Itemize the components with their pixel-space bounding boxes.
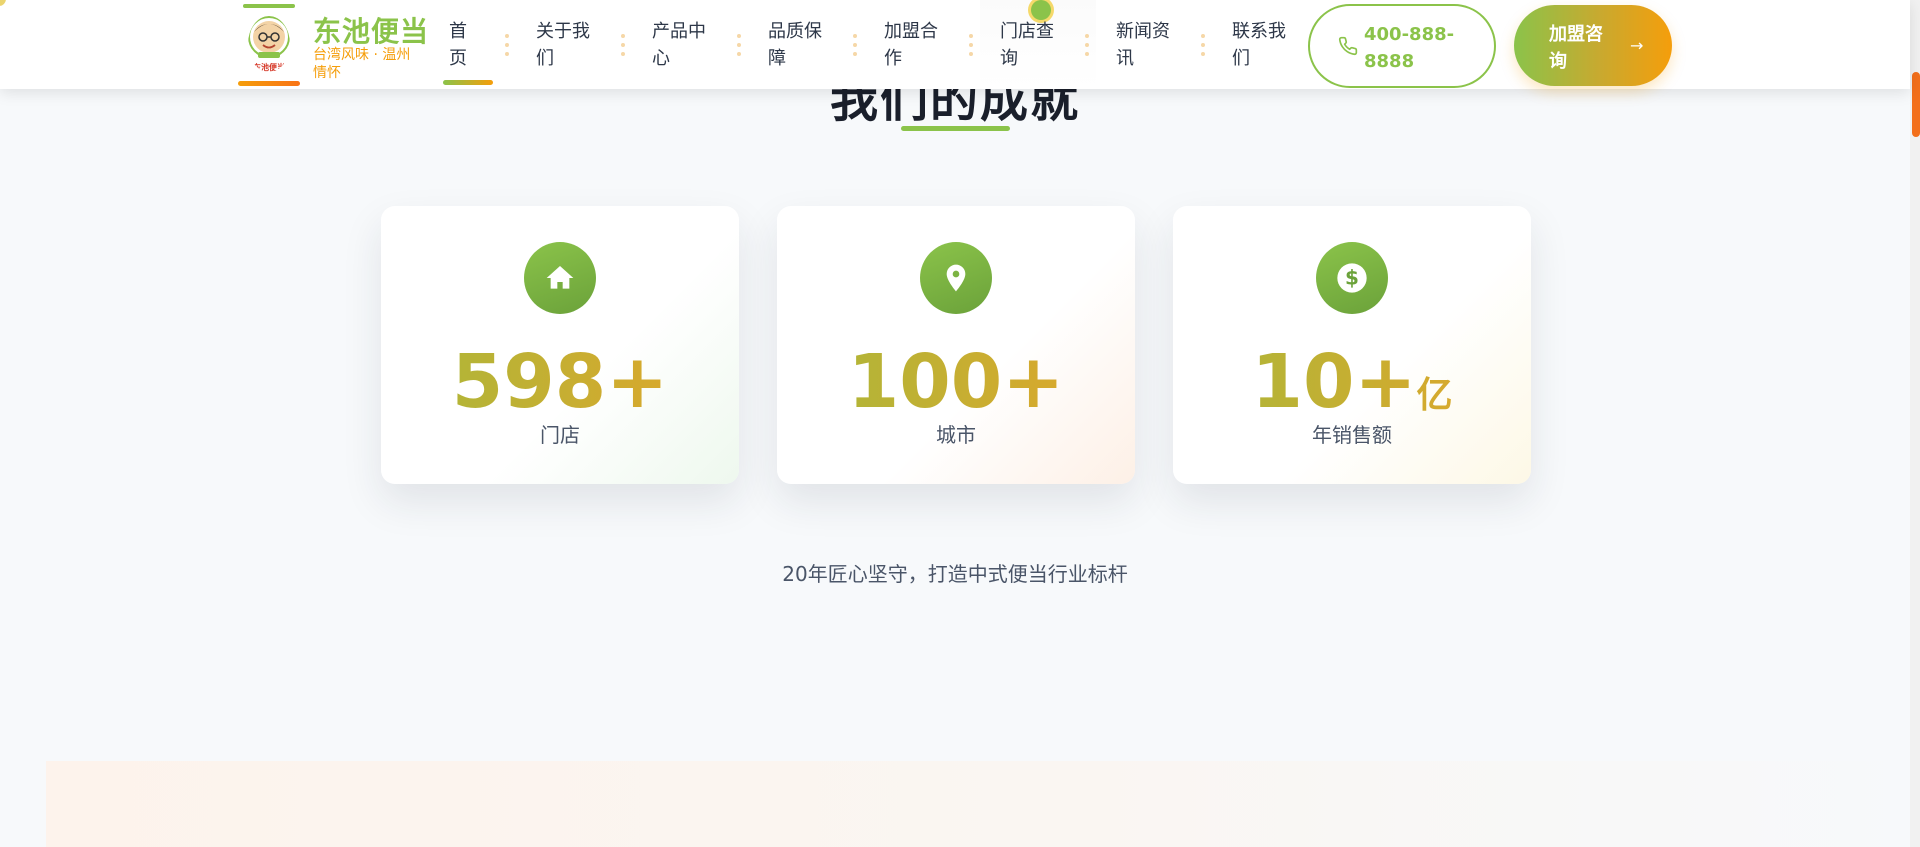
decorative-dot <box>0 0 6 6</box>
nav-item-store-locator[interactable]: 门店查询 <box>1000 18 1062 72</box>
nav-item-label: 加盟合作 <box>884 21 938 69</box>
nav-item-quality[interactable]: 品质保障 <box>768 18 830 72</box>
join-consult-button[interactable]: 加盟咨询 → <box>1514 5 1672 86</box>
nav-item-franchise[interactable]: 加盟合作 <box>884 18 946 72</box>
arrow-right-icon: → <box>1630 36 1644 55</box>
logo-text: 东池便当 <box>253 62 285 72</box>
nav-separator <box>1201 34 1205 56</box>
logo-accent-bar <box>243 4 295 8</box>
nav-item-label: 门店查询 <box>1000 21 1054 69</box>
brand-name[interactable]: 东池便当 <box>313 10 429 50</box>
nav-separator <box>737 34 741 56</box>
nav-item-label: 品质保障 <box>768 21 822 69</box>
nav-item-about[interactable]: 关于我们 <box>536 18 598 72</box>
home-icon <box>524 242 596 314</box>
scrollbar-thumb[interactable] <box>1912 72 1920 137</box>
achievement-tagline: 20年匠心坚守，打造中式便当行业标杆 <box>782 562 1128 586</box>
site-header: 东池便当 东池便当 台湾风味 · 温州情怀 首页 关于我们 产品中心 品质保障 … <box>0 0 1910 89</box>
nav-item-products[interactable]: 产品中心 <box>652 18 714 72</box>
nav-item-news[interactable]: 新闻资讯 <box>1116 18 1178 72</box>
nav-item-label: 联系我们 <box>1232 21 1286 69</box>
svg-text:$: $ <box>1345 266 1359 290</box>
nav-active-indicator <box>443 80 493 85</box>
nav-item-label: 首页 <box>449 21 467 69</box>
phone-button[interactable]: 400-888-8888 <box>1308 4 1496 88</box>
nav-item-home[interactable]: 首页 <box>443 18 493 85</box>
phone-number: 400-888-8888 <box>1364 24 1455 72</box>
stat-card-sales: $ 10+亿 年销售额 <box>1173 206 1531 484</box>
phone-icon <box>1338 36 1358 56</box>
nav-separator <box>621 34 625 56</box>
nav-item-label: 关于我们 <box>536 21 590 69</box>
stat-label: 城市 <box>936 423 976 447</box>
nav-item-contact[interactable]: 联系我们 <box>1232 18 1294 72</box>
stat-label: 年销售额 <box>1312 423 1392 447</box>
nav-separator <box>969 34 973 56</box>
next-section-preview <box>46 761 1910 847</box>
nav-separator <box>505 34 509 56</box>
location-pin-icon <box>920 242 992 314</box>
stat-label: 门店 <box>540 423 580 447</box>
section-title-underline <box>901 126 1010 131</box>
nav-item-label: 新闻资讯 <box>1116 21 1170 69</box>
logo[interactable]: 东池便当 <box>238 4 300 86</box>
stat-card-cities: 100+ 城市 <box>777 206 1135 484</box>
nav-item-label: 产品中心 <box>652 21 706 69</box>
nav-separator <box>853 34 857 56</box>
stat-card-stores: 598+ 门店 <box>381 206 739 484</box>
dollar-icon: $ <box>1316 242 1388 314</box>
mascot-logo-icon: 东池便当 <box>248 16 290 72</box>
nav-hover-dot <box>1031 0 1051 20</box>
join-consult-label: 加盟咨询 <box>1549 24 1603 72</box>
nav-separator <box>1085 34 1089 56</box>
brand-slogan: 台湾风味 · 温州情怀 <box>313 47 411 81</box>
logo-underline <box>238 81 300 86</box>
